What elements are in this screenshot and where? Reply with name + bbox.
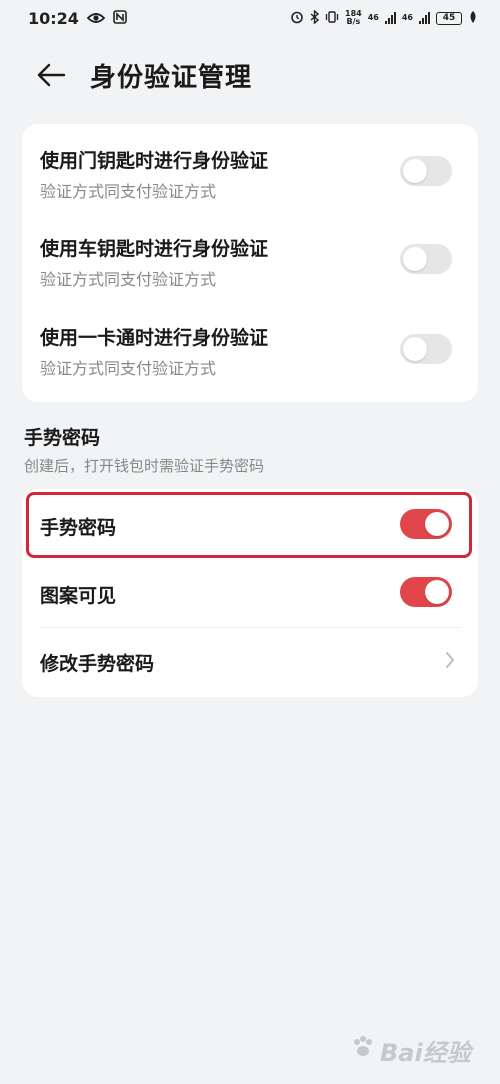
- pattern-visible-label: 图案可见: [40, 585, 117, 607]
- auth-item-title: 使用一卡通时进行身份验证: [40, 327, 269, 349]
- car-key-auth-toggle[interactable]: [400, 244, 452, 274]
- gesture-password-row[interactable]: 手势密码: [22, 489, 478, 559]
- door-key-auth-toggle[interactable]: [400, 156, 452, 186]
- pattern-visible-row[interactable]: 图案可见: [22, 559, 478, 627]
- chevron-right-icon: [444, 650, 456, 674]
- auth-item-subtitle: 验证方式同支付验证方式: [40, 359, 217, 378]
- signal-icon-2: [419, 12, 430, 24]
- auth-item-title: 使用门钥匙时进行身份验证: [40, 150, 269, 172]
- toggle-knob: [403, 337, 427, 361]
- nfc-icon: [113, 9, 127, 28]
- modify-gesture-password-label: 修改手势密码: [40, 653, 155, 675]
- signal-label-2: 46: [401, 13, 413, 22]
- auth-settings-card: 使用门钥匙时进行身份验证 验证方式同支付验证方式 使用车钥匙时进行身份验证 验证…: [22, 124, 478, 402]
- signal-icon-1: [384, 12, 396, 24]
- toggle-knob: [403, 247, 427, 271]
- auth-item-subtitle: 验证方式同支付验证方式: [40, 270, 217, 289]
- watermark-text: Bai经验: [380, 1038, 471, 1067]
- status-left: 10:24: [28, 9, 127, 28]
- gesture-section-title: 手势密码: [24, 427, 101, 449]
- signal-label-1: 46: [367, 13, 379, 22]
- pattern-visible-toggle[interactable]: [400, 577, 452, 607]
- battery-level: 45: [442, 13, 456, 23]
- bluetooth-icon: [310, 8, 320, 27]
- toggle-knob: [425, 580, 449, 604]
- status-right: 184 B/s 46 46 45: [290, 8, 478, 27]
- screen: 10:24 184 B/s 46 46 45 身份验证管理 使用门钥匙时进行身份…: [0, 0, 500, 1084]
- transit-card-auth-toggle[interactable]: [400, 334, 452, 364]
- page-title: 身份验证管理: [90, 62, 253, 93]
- auth-item-transit-card[interactable]: 使用一卡通时进行身份验证 验证方式同支付验证方式: [22, 304, 478, 402]
- back-button[interactable]: [26, 50, 76, 100]
- back-arrow-icon: [37, 63, 66, 87]
- gesture-password-toggle[interactable]: [400, 509, 452, 539]
- status-time: 10:24: [28, 8, 79, 28]
- auth-item-title: 使用车钥匙时进行身份验证: [40, 238, 269, 260]
- header: 身份验证管理: [0, 50, 500, 100]
- alarm-icon: [290, 10, 304, 27]
- auth-item-door-key[interactable]: 使用门钥匙时进行身份验证 验证方式同支付验证方式: [22, 124, 478, 214]
- battery-icon: 45: [436, 11, 462, 25]
- toggle-knob: [403, 159, 427, 183]
- network-speed-unit: B/s: [346, 17, 361, 26]
- gesture-settings-card: 手势密码 图案可见 修改手势密码: [22, 489, 478, 697]
- network-speed: 184 B/s: [345, 10, 362, 26]
- leaf-icon: [468, 10, 478, 27]
- watermark-paw-icon: [350, 1034, 376, 1066]
- modify-gesture-password-row[interactable]: 修改手势密码: [22, 628, 478, 697]
- status-bar: 10:24 184 B/s 46 46 45: [0, 0, 500, 36]
- watermark: Bai经验: [350, 1030, 480, 1070]
- gesture-section-subtitle: 创建后，打开钱包时需验证手势密码: [24, 457, 265, 475]
- eye-icon: [86, 9, 106, 28]
- auth-item-car-key[interactable]: 使用车钥匙时进行身份验证 验证方式同支付验证方式: [22, 214, 478, 304]
- vibrate-icon: [325, 10, 339, 27]
- auth-item-subtitle: 验证方式同支付验证方式: [40, 182, 217, 201]
- toggle-knob: [425, 512, 449, 536]
- gesture-password-label: 手势密码: [40, 517, 117, 539]
